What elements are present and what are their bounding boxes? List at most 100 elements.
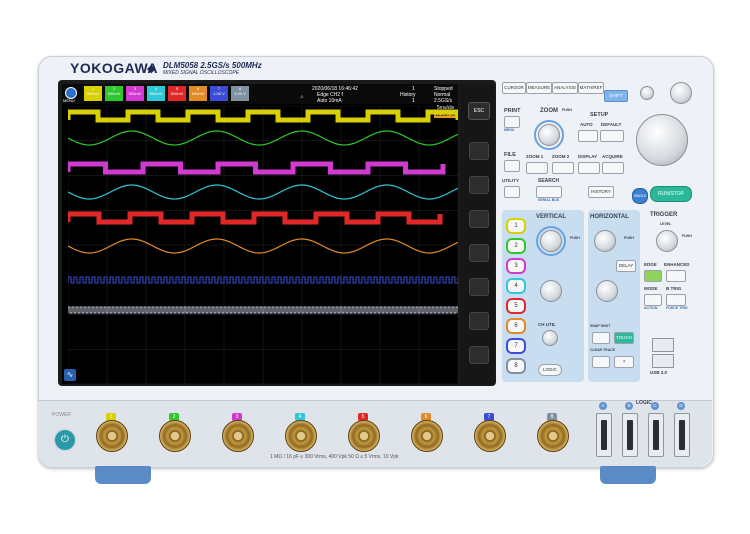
chip-scale: 500mV <box>191 91 205 96</box>
zoom-label: ZOOM <box>540 108 558 114</box>
display-button[interactable] <box>578 162 600 174</box>
channel-chip-3[interactable]: 3 500mV <box>126 86 144 101</box>
bnc-input-6[interactable] <box>411 420 443 452</box>
zoom-search-icon: ⌕ <box>300 94 304 101</box>
bnc-input-3[interactable] <box>222 420 254 452</box>
default-setup-button[interactable] <box>600 130 624 142</box>
channel-button-3[interactable]: 3 <box>506 258 526 274</box>
time-div-knob[interactable] <box>596 280 618 302</box>
vertical-push-label: PUSH <box>570 236 580 240</box>
btrig-button[interactable] <box>666 294 686 306</box>
print-button[interactable] <box>504 116 520 128</box>
softkey-4[interactable] <box>469 244 489 262</box>
single-button[interactable]: SINGLE <box>632 188 648 204</box>
logic-port-a[interactable] <box>596 413 612 457</box>
jog-shuttle-knob[interactable] <box>636 114 688 166</box>
btrig-label: B TRIG <box>666 286 682 291</box>
chip-scale: 1.00 V <box>213 91 225 96</box>
usb-port-top[interactable] <box>652 338 674 352</box>
channel-chip-8[interactable]: 8 1.00 V <box>231 86 249 101</box>
channel-chip-6[interactable]: 6 500mV <box>189 86 207 101</box>
zoom1-button[interactable] <box>526 162 548 174</box>
logic-port-b[interactable] <box>622 413 638 457</box>
usb-port-bottom[interactable] <box>652 354 674 368</box>
bnc-input-5[interactable] <box>348 420 380 452</box>
softkey-2[interactable] <box>469 176 489 194</box>
zoom-knob[interactable] <box>538 124 560 146</box>
trigger-push-label: PUSH <box>682 234 692 238</box>
bnc-input-2[interactable] <box>159 420 191 452</box>
enhanced-button[interactable] <box>666 270 686 282</box>
logic-port-c[interactable] <box>648 413 664 457</box>
softkey-5[interactable] <box>469 278 489 296</box>
channel-button-5[interactable]: 5 <box>506 298 526 314</box>
channel-chip-5[interactable]: 5 500mV <box>168 86 186 101</box>
snap-shot-button[interactable] <box>592 332 610 344</box>
select-knob-small[interactable] <box>640 86 654 100</box>
vertical-position-knob[interactable] <box>540 280 562 302</box>
channel-chip-2[interactable]: 2 500mV <box>105 86 123 101</box>
bnc-input-1[interactable] <box>96 420 128 452</box>
channel-chip-4[interactable]: 4 500mV <box>147 86 165 101</box>
bnc-input-4[interactable] <box>285 420 317 452</box>
channel-button-6[interactable]: 6 <box>506 318 526 334</box>
setup-label: SETUP <box>590 112 609 118</box>
waveform-display[interactable]: MENU 2020/06/18 16:46:42 1 Stopped Edge … <box>62 84 458 384</box>
channel-button-7[interactable]: 7 <box>506 338 526 354</box>
record-count: 1 <box>412 98 415 104</box>
softkey-1[interactable] <box>469 142 489 160</box>
trigger-level: Auto 10mA <box>317 98 342 104</box>
bnc-input-8[interactable] <box>537 420 569 452</box>
select-knob[interactable] <box>670 82 692 104</box>
wave-window-icon[interactable]: ∿ <box>64 369 76 381</box>
horizontal-position-knob[interactable] <box>594 230 616 252</box>
help-button[interactable]: ? <box>614 356 634 368</box>
channel-chip-7[interactable]: 7 1.00 V <box>210 86 228 101</box>
power-button[interactable]: ⏻ <box>53 428 77 452</box>
search-button[interactable] <box>536 186 562 198</box>
edge-button[interactable] <box>644 270 662 282</box>
run-stop-button[interactable]: RUN/STOP <box>650 186 692 202</box>
shift-button[interactable]: SHIFT <box>604 90 628 102</box>
print-label: PRINT <box>504 108 521 114</box>
zoom2-button[interactable] <box>552 162 574 174</box>
measure-button[interactable]: MEASURE <box>526 82 552 94</box>
channel-button-2[interactable]: 2 <box>506 238 526 254</box>
touch-button[interactable]: TOUCH <box>614 332 634 344</box>
acquire-button[interactable] <box>602 162 624 174</box>
file-button[interactable] <box>504 160 520 172</box>
clear-trace-button[interactable] <box>592 356 610 368</box>
analysis-button[interactable]: ANALYSIS <box>552 82 578 94</box>
bnc-input-7[interactable] <box>474 420 506 452</box>
chip-scale: 500mV <box>170 91 184 96</box>
channel-button-4[interactable]: 4 <box>506 278 526 294</box>
channel-chip-1[interactable]: 1 500mV <box>84 86 102 101</box>
cursor-button[interactable]: CURSOR <box>502 82 526 94</box>
trigger-level-knob[interactable] <box>656 230 678 252</box>
vertical-scale-knob[interactable] <box>540 230 562 252</box>
channel-button-8[interactable]: 8 <box>506 358 526 374</box>
esc-button[interactable]: ESC <box>468 102 490 120</box>
ch-util-button[interactable] <box>542 330 558 346</box>
vertical-section: VERTICAL PUSH CH UTIL LOGIC 1 2 3 4 5 6 7 8 <box>502 210 584 382</box>
auto-setup-button[interactable] <box>578 130 598 142</box>
snap-shot-label: SNAP SHOT <box>590 324 611 328</box>
search-label: SEARCH <box>538 178 560 184</box>
softkey-7[interactable] <box>469 346 489 364</box>
power-label: POWER <box>52 412 71 418</box>
history-button[interactable]: HISTORY <box>588 186 614 198</box>
softkey-6[interactable] <box>469 312 489 330</box>
utility-button[interactable] <box>504 186 520 198</box>
trigger-mode-button[interactable] <box>644 294 662 306</box>
math-ref-button[interactable]: MATH/REF <box>578 82 604 94</box>
logic-button[interactable]: LOGIC <box>538 364 562 376</box>
usb-label: USB 2.0 <box>650 370 668 375</box>
logic-ports-label: LOGIC <box>636 400 652 406</box>
enhanced-label: ENHANCED <box>664 262 690 267</box>
softkey-3[interactable] <box>469 210 489 228</box>
delay-button[interactable]: DELAY <box>616 260 636 272</box>
logic-port-d[interactable] <box>674 413 690 457</box>
force-trig-label: FORCE TRIG <box>666 306 688 310</box>
channel-button-1[interactable]: 1 <box>506 218 526 234</box>
trigger-label: TRIGGER <box>650 212 678 218</box>
